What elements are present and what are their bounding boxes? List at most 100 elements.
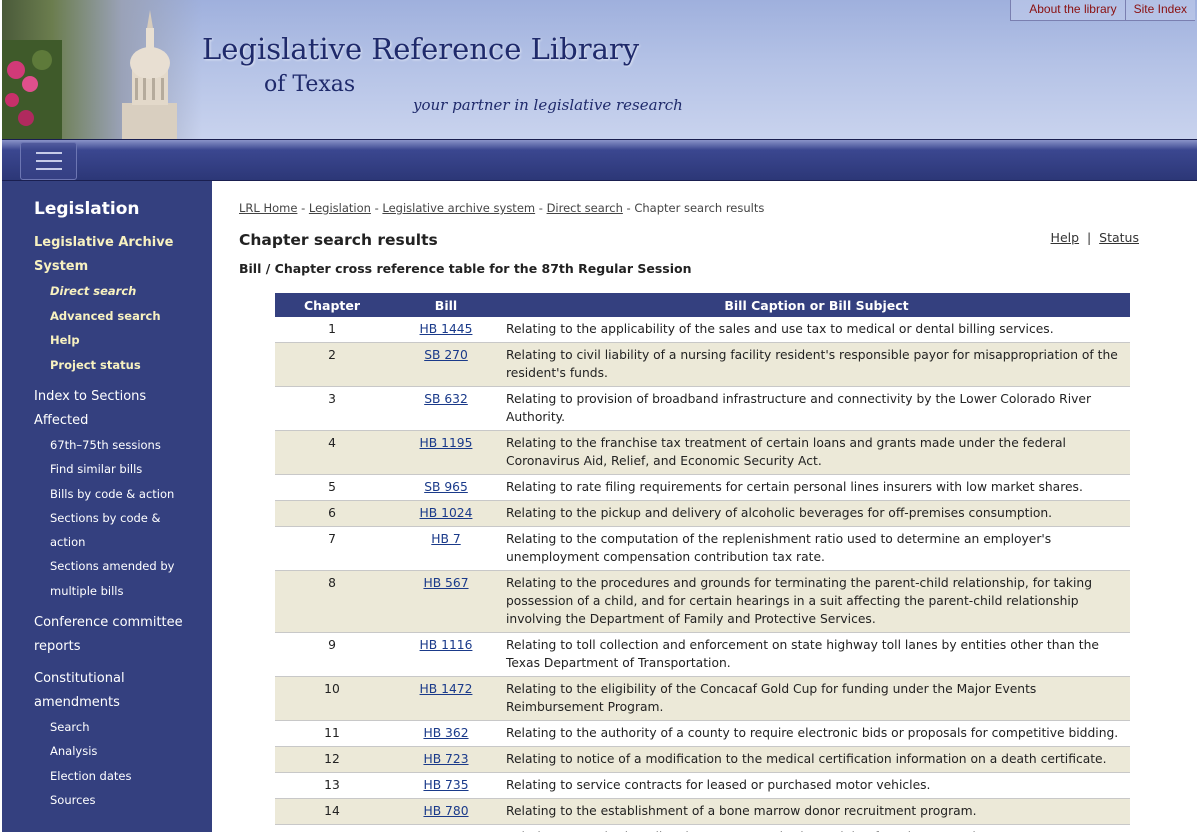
breadcrumb-current: Chapter search results [634,201,765,215]
sidebar-item-sources[interactable]: Sources [2,788,212,812]
about-library-link[interactable]: About the library [1011,0,1124,20]
table-row: 14 HB 780 Relating to the establishment of… [275,798,1130,825]
site-subtitle: of Texas [264,72,356,97]
chapter-cell: 14 [275,798,389,825]
chapter-cell: 4 [275,430,389,475]
sidebar-heading: Legislation [34,199,140,219]
sidebar-item-67th-75th[interactable]: 67th–75th sessions [2,433,212,457]
column-header-bill: Bill [389,293,503,317]
table-subtitle: Bill / Chapter cross reference table for… [239,261,692,276]
sidebar-item-bills-by-code[interactable]: Bills by code & action [2,482,212,506]
bill-link[interactable]: HB 1445 [420,322,473,336]
caption-cell: Relating to the computation of the reple… [503,526,1130,571]
bill-link[interactable]: SB 965 [424,480,468,494]
bill-cell: HB 1024 [389,500,503,527]
site-banner: Legislative Reference Library of Texas y… [2,0,1197,139]
sidebar: Legislation Legislative Archive System D… [2,181,212,832]
caption-cell: Relating to the authority of a county to… [503,720,1130,747]
status-link[interactable]: Status [1099,230,1139,245]
chapter-cell: 8 [275,570,389,633]
table-row: 8 HB 567 Relating to the procedures and gr… [275,570,1130,633]
breadcrumb-archive-system[interactable]: Legislative archive system [382,201,535,215]
bill-link[interactable]: SB 632 [424,392,468,406]
page-title: Chapter search results [239,231,438,249]
chapter-cell: 15 [275,824,389,832]
caption-cell: Relating to the establishment of a bone … [503,798,1130,825]
bill-cell: SB 965 [389,474,503,501]
table-row: 9 HB 1116 Relating to toll collection and … [275,632,1130,677]
bill-link[interactable]: HB 1024 [420,506,473,520]
site-index-link[interactable]: Site Index [1124,0,1195,20]
table-header-row: Chapter Bill Bill Caption or Bill Subjec… [275,293,1130,317]
sidebar-item-find-similar[interactable]: Find similar bills [2,457,212,481]
chapter-cell: 13 [275,772,389,799]
chapter-cell: 3 [275,386,389,431]
sidebar-item-election-dates[interactable]: Election dates [2,764,212,788]
menu-toggle-button[interactable] [20,142,77,180]
bill-link[interactable]: HB 362 [423,726,468,740]
sidebar-item-direct-search[interactable]: Direct search [2,279,212,304]
sidebar-item-const-search[interactable]: Search [2,715,212,739]
sidebar-item-project-status[interactable]: Project status [2,353,212,378]
bill-link[interactable]: SB 270 [424,348,468,362]
table-row: 12 HB 723 Relating to notice of a modifica… [275,746,1130,773]
bill-cell: HB 723 [389,746,503,773]
chapter-cell: 1 [275,317,389,343]
sidebar-item-index-sections[interactable]: Index to Sections Affected [2,385,212,433]
bill-cell: HB 7 [389,526,503,571]
help-link[interactable]: Help [1051,230,1080,245]
bill-cell: HB 567 [389,570,503,633]
table-row: 4 HB 1195 Relating to the franchise tax tr… [275,430,1130,475]
chapter-cell: 12 [275,746,389,773]
caption-cell: Relating to the franchise tax treatment … [503,430,1130,475]
bill-link[interactable]: HB 7 [431,532,460,546]
sidebar-item-constitutional[interactable]: Constitutional amendments [2,667,212,715]
bill-cell: HB 1445 [389,317,503,343]
caption-cell: Relating to the pickup and delivery of a… [503,500,1130,527]
help-links: Help | Status [1050,230,1139,245]
bill-link[interactable]: HB 1472 [420,682,473,696]
capitol-photo [2,0,202,139]
sidebar-item-archive-system[interactable]: Legislative Archive System [2,231,212,279]
breadcrumb-legislation[interactable]: Legislation [309,201,371,215]
sidebar-item-const-analysis[interactable]: Analysis [2,739,212,763]
caption-cell: Relating to civil liability of a nursing… [503,342,1130,387]
caption-cell: Relating to required cardiopulmonary res… [503,824,1130,832]
table-row: 2 SB 270 Relating to civil liability of a … [275,342,1130,387]
site-title: Legislative Reference Library [202,32,640,66]
caption-cell: Relating to toll collection and enforcem… [503,632,1130,677]
sidebar-item-sections-multiple[interactable]: Sections amended by multiple bills [2,554,212,603]
bill-cell: SB 632 [389,386,503,431]
flowers-image [2,40,62,139]
sidebar-item-conference[interactable]: Conference committee reports [2,611,212,659]
chapter-cell: 5 [275,474,389,501]
column-header-chapter: Chapter [275,293,389,317]
sidebar-item-advanced-search[interactable]: Advanced search [2,304,212,329]
capitol-image [122,10,177,139]
bill-link[interactable]: HB 1116 [420,638,473,652]
sidebar-item-sections-by-code[interactable]: Sections by code & action [2,506,212,555]
caption-cell: Relating to provision of broadband infra… [503,386,1130,431]
table-row: 15HB 786Relating to required cardiopulmo… [275,824,1130,832]
sidebar-item-help[interactable]: Help [2,328,212,353]
breadcrumb-lrl-home[interactable]: LRL Home [239,201,297,215]
bill-link[interactable]: HB 735 [423,778,468,792]
hamburger-icon [35,152,62,154]
site-tagline: your partner in legislative research [413,96,683,114]
caption-cell: Relating to the applicability of the sal… [503,317,1130,343]
bill-cell: HB 780 [389,798,503,825]
caption-cell: Relating to the eligibility of the Conca… [503,676,1130,721]
bill-link[interactable]: HB 780 [423,804,468,818]
table-row: 6 HB 1024 Relating to the pickup and deliv… [275,500,1130,527]
bill-cell: HB 362 [389,720,503,747]
chapter-cell: 11 [275,720,389,747]
hamburger-icon-line [35,160,62,162]
bill-link[interactable]: HB 723 [423,752,468,766]
bill-link[interactable]: HB 1195 [420,436,473,450]
chapter-cell: 6 [275,500,389,527]
chapter-cell: 9 [275,632,389,677]
breadcrumb-direct-search[interactable]: Direct search [547,201,623,215]
top-links: About the library Site Index [1010,0,1195,21]
table-row: 1 HB 1445 Relating to the applicability of… [275,317,1130,343]
bill-link[interactable]: HB 567 [423,576,468,590]
